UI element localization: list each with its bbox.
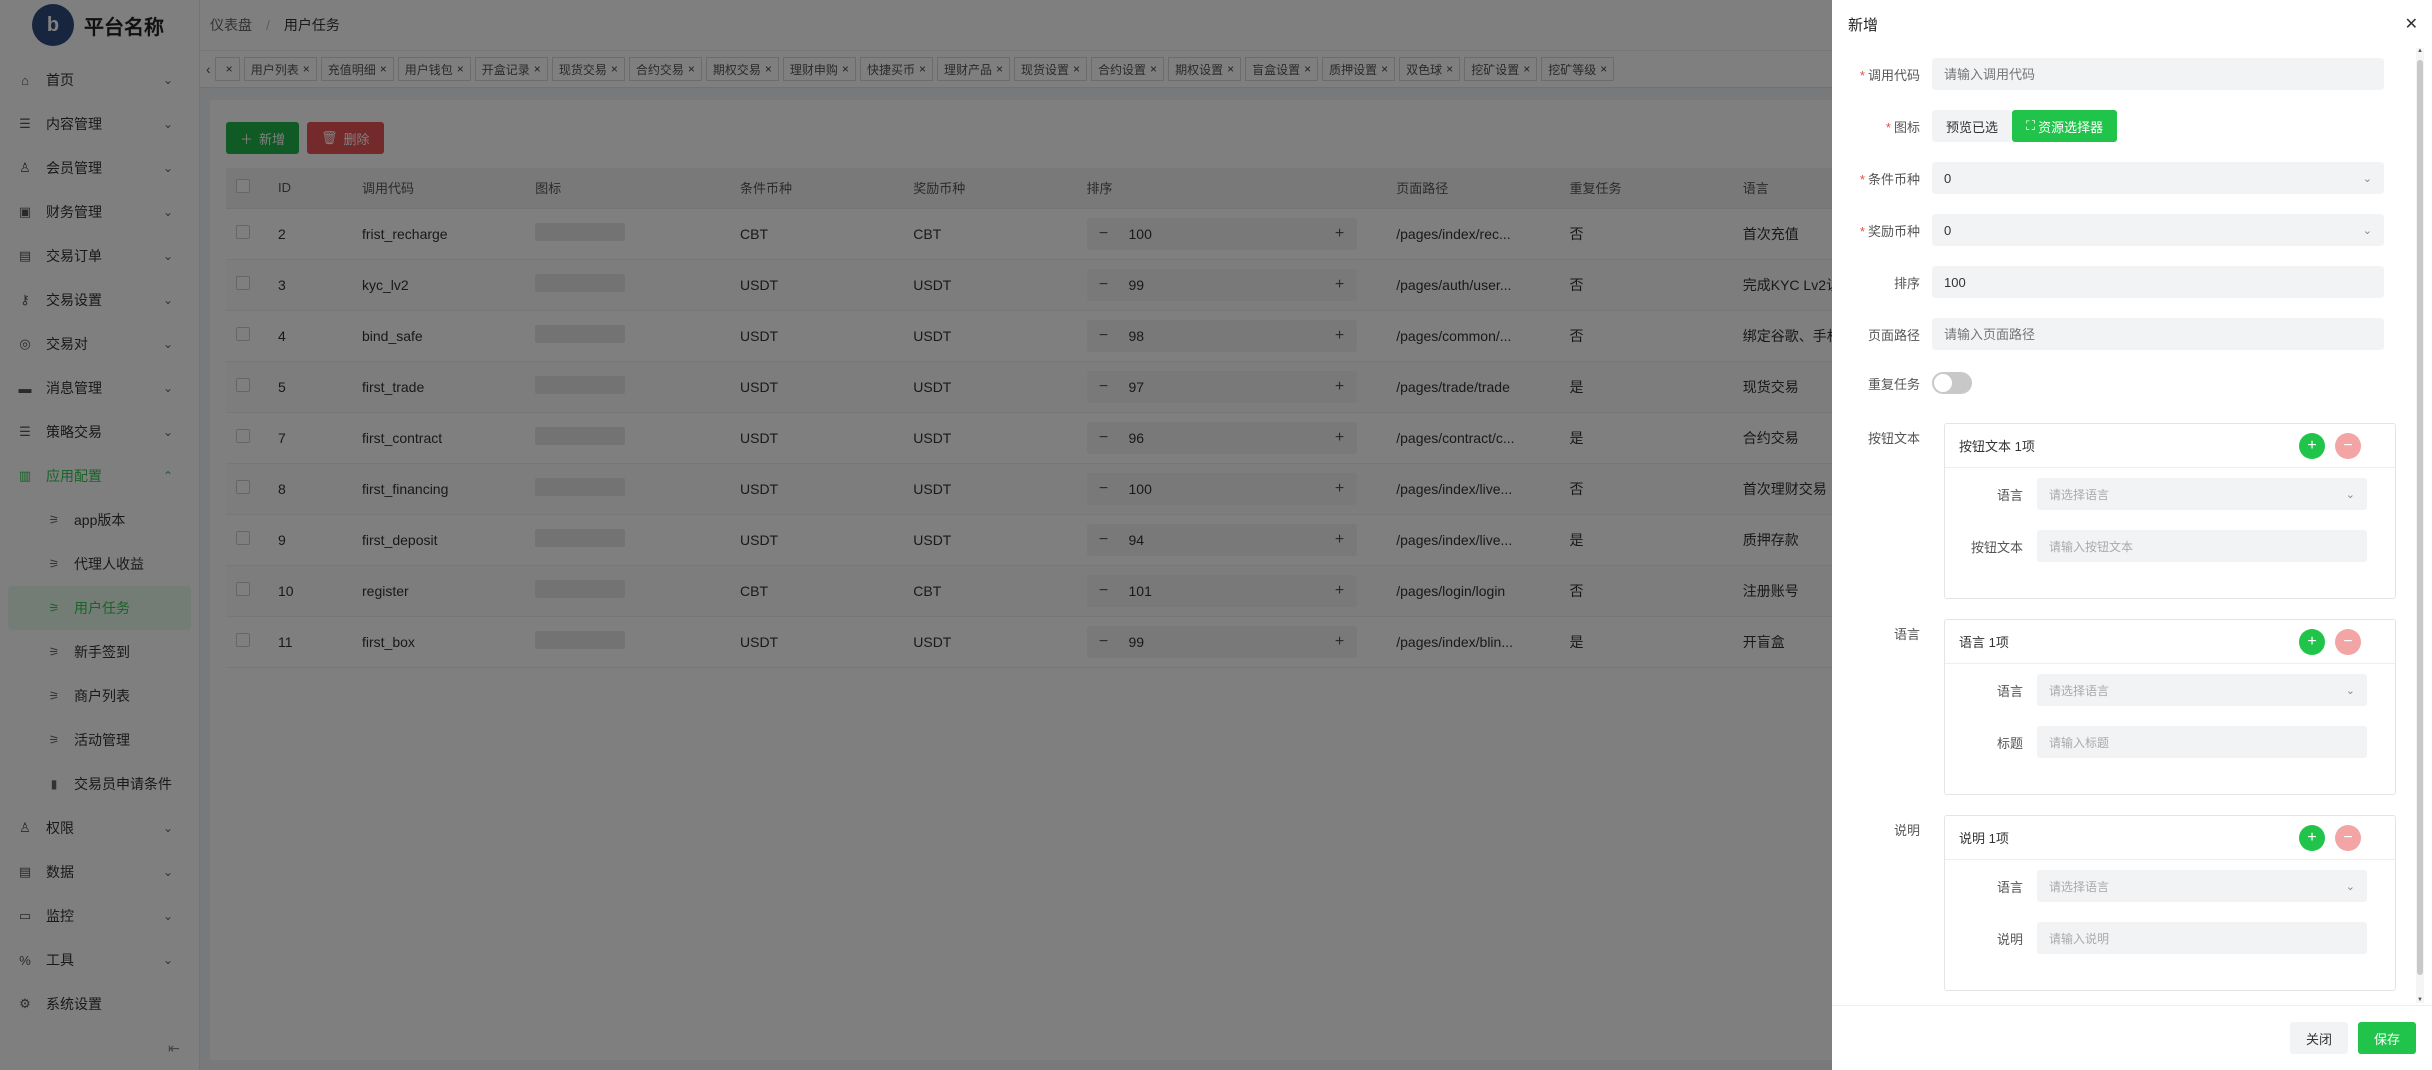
icon-label: * 图标 [1885,119,1920,135]
remove-item-icon[interactable]: − [2335,628,2361,655]
close-icon[interactable]: ✕ [2405,14,2418,34]
group-text-input[interactable]: 请输入按钮文本 [2037,530,2367,562]
repeat-row: 重复任务 [1832,372,1972,394]
drawer-title: 新增 [1848,16,1879,34]
remove-item-icon[interactable]: − [2335,432,2361,459]
repeat-label: 重复任务 [1867,376,1920,392]
group-text-row: 说明 请输入说明 [1945,922,2395,954]
page-path-input[interactable] [1932,318,2384,350]
path-label: 页面路径 [1867,327,1920,343]
reward-label: * 奖励币种 [1859,223,1920,239]
reward-currency-select[interactable]: 0 ⌄ [1932,214,2384,246]
resource-picker-label: 资源选择器 [2038,119,2104,135]
group-header: 说明 1项 + − [1945,816,2395,860]
group-row-label: 按钮文本 [1970,539,2023,555]
translation-group: 语言 1项 + − 语言 请选择语言 ⌄ 标题 请输入标题 [1944,619,2396,795]
modal-overlay[interactable] [0,0,1832,1070]
language-select[interactable]: 请选择语言 ⌄ [2037,478,2367,510]
group-title: 按钮文本 1项 [1959,439,2035,454]
group-side-label: 按钮文本 [1867,431,1920,446]
chevron-down-icon: ⌄ [2362,172,2372,185]
remove-item-icon[interactable]: − [2335,824,2361,851]
group-row-label: 说明 [1996,931,2023,947]
icon-preview-button[interactable]: 预览已选 [1932,110,2013,142]
group-language-row: 语言 请选择语言 ⌄ [1945,870,2395,902]
add-item-icon[interactable]: + [2299,432,2325,459]
code-row: * 调用代码 [1832,58,2384,90]
cond-currency-value: 0 [1944,170,1952,186]
group-side-label: 说明 [1893,823,1920,838]
scrollbar-thumb[interactable] [2417,60,2423,975]
group-text-row: 标题 请输入标题 [1945,726,2395,758]
language-placeholder: 请选择语言 [2049,879,2110,894]
resource-picker-icon: ⛶ [2026,118,2036,133]
scroll-up-icon[interactable]: ▲ [2416,48,2424,54]
language-select[interactable]: 请选择语言 ⌄ [2037,674,2367,706]
reward-row: * 奖励币种 0 ⌄ [1832,214,2384,246]
path-row: 页面路径 [1832,318,2384,350]
group-header: 按钮文本 1项 + − [1945,424,2395,468]
sort-label: 排序 [1893,275,1920,291]
save-button[interactable]: 保存 [2357,1022,2416,1054]
code-label: * 调用代码 [1859,67,1920,83]
group-row-label: 语言 [1996,879,2023,895]
chevron-down-icon: ⌄ [2345,880,2355,893]
chevron-down-icon: ⌄ [2362,224,2372,237]
reward-currency-value: 0 [1944,222,1952,238]
cond-currency-select[interactable]: 0 ⌄ [1932,162,2384,194]
add-item-icon[interactable]: + [2299,824,2325,851]
scroll-down-icon[interactable]: ▼ [2416,997,2424,1003]
drawer-footer: 关闭 保存 [1832,1005,2432,1070]
group-header: 语言 1项 + − [1945,620,2395,664]
drawer-scrollbar[interactable]: ▲ ▼ [2416,48,2424,1003]
chevron-down-icon: ⌄ [2345,684,2355,697]
group-text-input[interactable]: 请输入标题 [2037,726,2367,758]
group-title: 语言 1项 [1959,635,2009,650]
language-select[interactable]: 请选择语言 ⌄ [2037,870,2367,902]
group-side-label: 语言 [1893,627,1920,642]
icon-row: * 图标 预览已选 ⛶ 资源选择器 [1832,110,2118,142]
cond-label: * 条件币种 [1859,171,1920,187]
group-row-label: 标题 [1996,735,2023,751]
group-row-label: 语言 [1996,487,2023,503]
resource-picker-button[interactable]: ⛶ 资源选择器 [2012,110,2118,142]
drawer-form: *调用代码 *图标 预览已选 ⛶资源选择器 *条件币种 0⌄ *奖励币种 0⌄ … [1832,48,2424,998]
group-row-label: 语言 [1996,683,2023,699]
code-input[interactable] [1932,58,2384,90]
translation-group: 说明 1项 + − 语言 请选择语言 ⌄ 说明 请输入说明 [1944,815,2396,991]
sort-row: 排序 100 [1832,266,2384,298]
add-item-icon[interactable]: + [2299,628,2325,655]
group-title: 说明 1项 [1959,831,2009,846]
group-language-row: 语言 请选择语言 ⌄ [1945,674,2395,706]
cond-row: * 条件币种 0 ⌄ [1832,162,2384,194]
group-text-input[interactable]: 请输入说明 [2037,922,2367,954]
chevron-down-icon: ⌄ [2345,488,2355,501]
repeat-toggle[interactable] [1932,372,1972,394]
language-placeholder: 请选择语言 [2049,487,2110,502]
translation-group: 按钮文本 1项 + − 语言 请选择语言 ⌄ 按钮文本 请输入按钮文本 [1944,423,2396,599]
sort-input[interactable]: 100 [1932,266,2384,298]
language-placeholder: 请选择语言 [2049,683,2110,698]
add-drawer: 新增 ✕ *调用代码 *图标 预览已选 ⛶资源选择器 *条件币种 0⌄ *奖励币… [1832,0,2432,1070]
close-button[interactable]: 关闭 [2289,1022,2348,1054]
group-language-row: 语言 请选择语言 ⌄ [1945,478,2395,510]
group-text-row: 按钮文本 请输入按钮文本 [1945,530,2395,562]
